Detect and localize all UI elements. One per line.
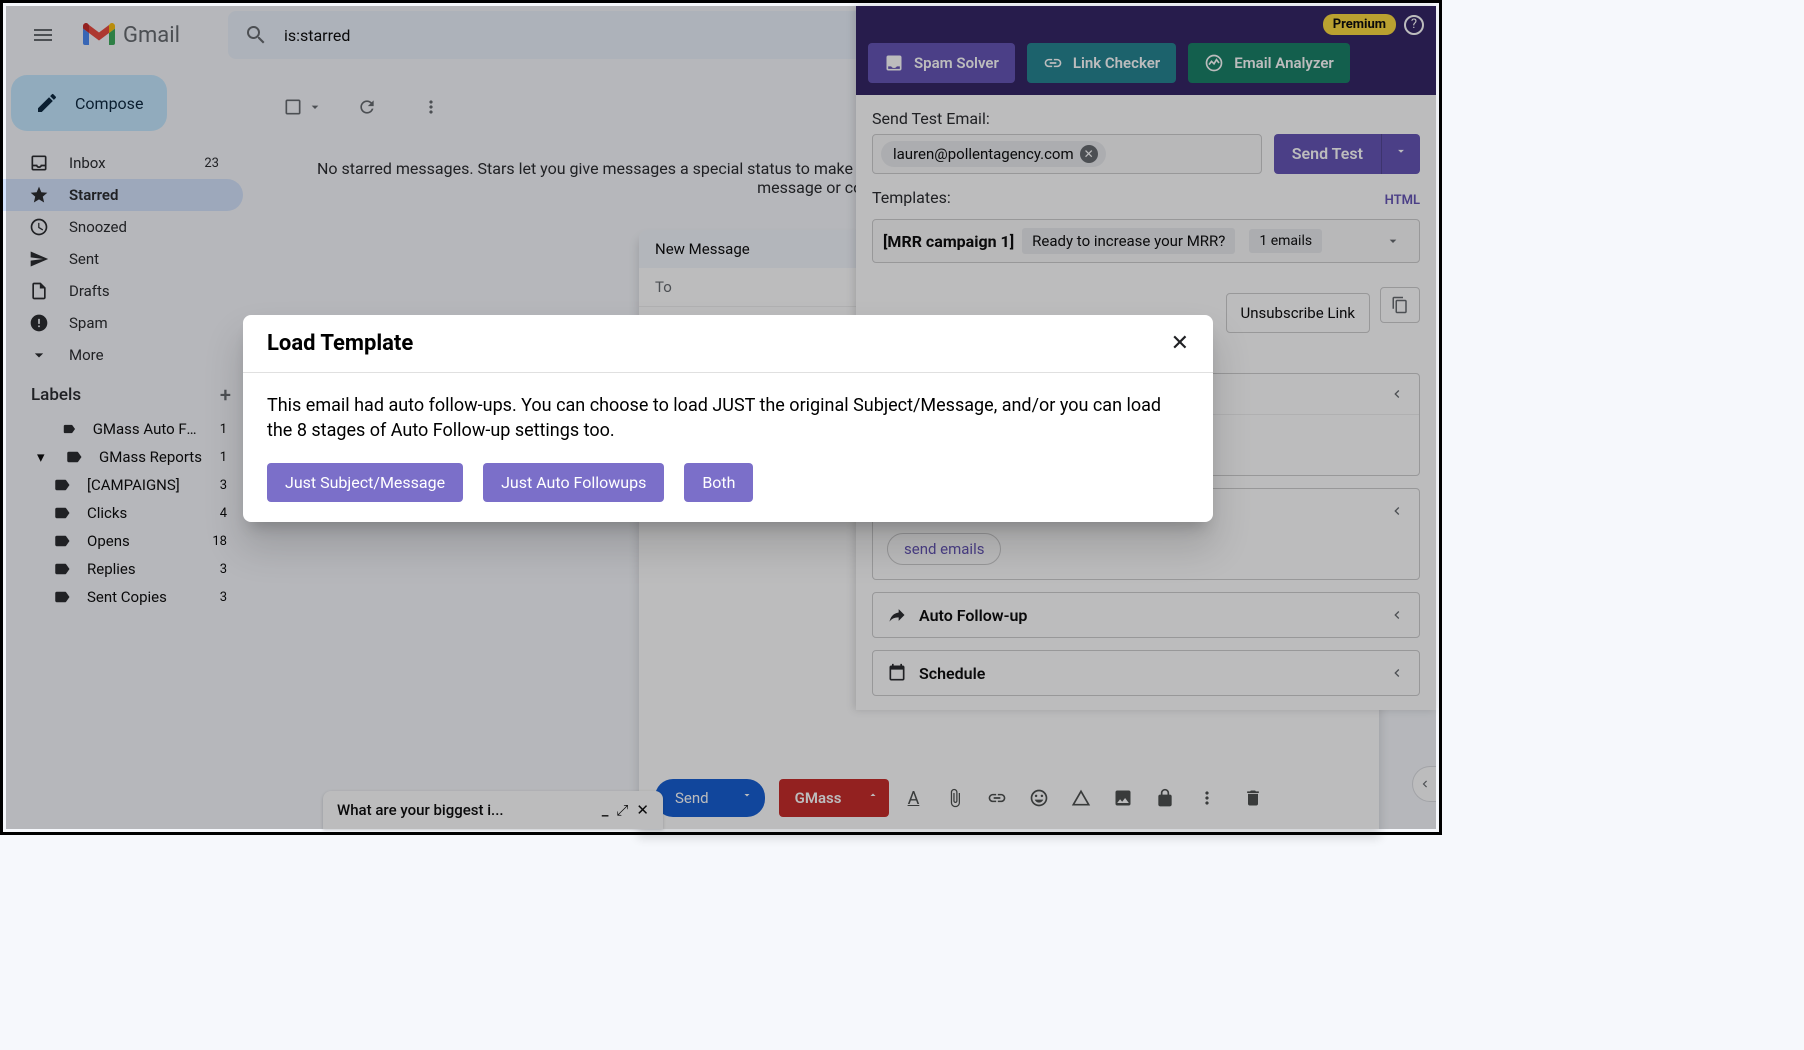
- just-followups-button[interactable]: Just Auto Followups: [483, 463, 664, 502]
- load-template-modal: Load Template ✕ This email had auto foll…: [243, 315, 1213, 522]
- modal-text: This email had auto follow-ups. You can …: [267, 393, 1189, 443]
- both-button[interactable]: Both: [684, 463, 753, 502]
- modal-close-button[interactable]: ✕: [1171, 331, 1189, 356]
- modal-title: Load Template: [267, 331, 413, 356]
- just-subject-button[interactable]: Just Subject/Message: [267, 463, 463, 502]
